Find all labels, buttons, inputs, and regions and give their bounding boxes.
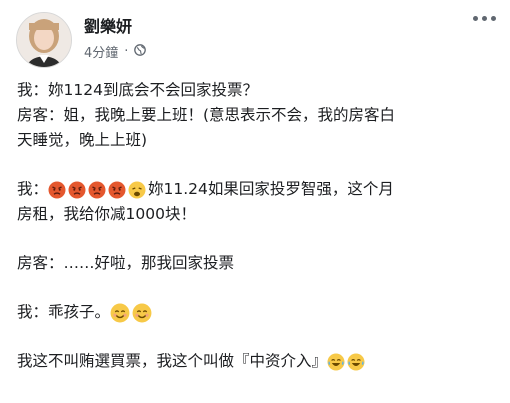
angry-face-emoji [88, 181, 106, 199]
post-line-with-emoji: 我： 妳11.24如果回家投罗智强，这个月 [17, 177, 497, 202]
post-line-with-emoji: 我：乖孩子。 [17, 300, 497, 325]
post-line-with-emoji: 我这不叫贿選買票，我这个叫做『中资介入』 [17, 349, 497, 374]
post-line-text: 我：乖孩子。 [17, 303, 111, 321]
author-name[interactable]: 劉樂妍 [84, 13, 132, 37]
angry-face-emoji [108, 181, 126, 199]
more-options-icon[interactable] [473, 16, 496, 21]
smiling-face-emoji [132, 303, 152, 323]
post-line: 房客：……好啦，那我回家投票 [17, 254, 235, 272]
weary-face-emoji [128, 181, 146, 199]
tears-of-joy-emoji [327, 353, 345, 371]
post-time[interactable]: 4分鐘 [84, 42, 118, 61]
post-line-text: 我这不叫贿選買票，我这个叫做『中资介入』 [17, 352, 328, 370]
post-header: 劉樂妍 4分鐘 · [0, 0, 510, 70]
post-line: 我：妳1124到底会不会回家投票？ [17, 81, 258, 99]
post-meta: 4分鐘 · [84, 42, 147, 61]
avatar[interactable] [16, 12, 72, 68]
globe-icon [134, 43, 147, 60]
angry-face-emoji [48, 181, 66, 199]
post-line: 房租，我给你减1000块！ [17, 205, 196, 223]
post-line-prefix: 我： [17, 180, 49, 198]
separator-dot: · [124, 44, 129, 59]
tears-of-joy-emoji [347, 353, 365, 371]
post-body: 我：妳1124到底会不会回家投票？ 房客：姐，我晚上要上班！(意思表示不会，我的… [17, 78, 497, 374]
angry-face-emoji [68, 181, 86, 199]
post-line: 天睡觉，晚上上班) [17, 131, 148, 149]
post-line: 房客：姐，我晚上要上班！(意思表示不会，我的房客白 [17, 106, 396, 124]
post-line-text: 妳11.24如果回家投罗智强，这个月 [148, 180, 394, 198]
smiling-face-emoji [110, 303, 130, 323]
